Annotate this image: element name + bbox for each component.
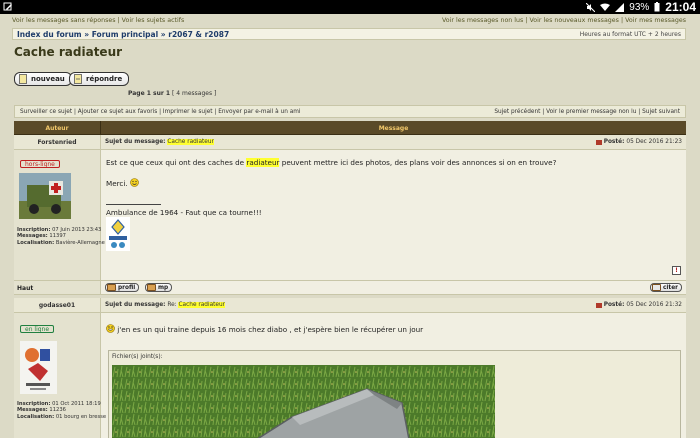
pm-button[interactable]: mp: [145, 283, 173, 292]
back-to-top-link[interactable]: Haut: [17, 285, 33, 292]
post-date: Posté: 05 Dec 2016 21:32: [595, 302, 682, 308]
new-topic-button[interactable]: nouveau: [14, 72, 72, 86]
link-active-topics[interactable]: Voir les sujets actifs: [122, 17, 185, 24]
reply-icon: [74, 74, 82, 84]
post-1-message: Sujet du message: Cache radiateur Posté:…: [101, 135, 686, 293]
photo-edit-icon: [3, 2, 12, 11]
signature-divider: [106, 204, 161, 205]
breadcrumb-bar: Index du forum » Forum principal » r2067…: [12, 28, 686, 40]
message-count: [ 4 messages ]: [172, 90, 217, 97]
battery-icon: [654, 2, 660, 12]
topic-toolbar: Surveiller ce sujet | Ajouter ce sujet a…: [14, 105, 686, 118]
page-title: Cache radiateur: [14, 45, 123, 59]
signature-text: Ambulance de 1964 - Faut que ca tourne!!…: [106, 208, 262, 217]
profile-button[interactable]: profil: [105, 283, 140, 292]
post-subject: Sujet du message: Re: Cache radiateur: [105, 302, 226, 308]
wifi-icon: [600, 3, 611, 11]
col-message: Message: [378, 124, 409, 132]
post-body: Est ce que ceux qui ont des caches de ra…: [106, 158, 557, 167]
attachment-photo[interactable]: [112, 365, 495, 438]
timezone-label: Heures au format UTC + 2 heures: [579, 31, 681, 38]
user-info: Inscription: 07 Juin 2013 23:43 Messages…: [17, 227, 105, 246]
link-unread[interactable]: Voir les messages non lus: [442, 17, 523, 24]
link-new-posts[interactable]: Voir les nouveaux messages: [529, 17, 619, 24]
profile-icon: [107, 284, 116, 291]
crumb-subforum[interactable]: r2067 & r2087: [168, 30, 229, 39]
page-icon: [19, 74, 27, 84]
user-info: Inscription: 01 Oct 2011 18:19 Messages:…: [17, 401, 107, 420]
post-link-icon[interactable]: [595, 302, 602, 308]
author-name[interactable]: godasse01: [14, 302, 100, 309]
breadcrumb: Index du forum » Forum principal » r2067…: [17, 30, 230, 39]
post-body: j'en es un qui traine depuis 16 mois che…: [106, 324, 423, 334]
post-1-author: Forstenried hors-ligne Inscription: 07 J…: [14, 135, 105, 280]
add-favorite-link[interactable]: Ajouter ce sujet aux favoris: [78, 109, 158, 115]
reply-label: répondre: [86, 75, 123, 83]
new-topic-label: nouveau: [31, 75, 65, 83]
post-2-author: godasse01 en ligne Inscription: 01 Oct 2…: [14, 298, 106, 438]
reply-button[interactable]: répondre: [69, 72, 130, 86]
signature-logo: [106, 217, 130, 251]
post-date: Posté: 05 Dec 2016 21:23: [595, 139, 682, 145]
crumb-forum[interactable]: Forum principal: [92, 30, 158, 39]
crumb-index[interactable]: Index du forum: [17, 30, 82, 39]
forum-page: Voir les messages sans réponses | Voir l…: [0, 14, 700, 438]
clock: 21:04: [665, 0, 696, 14]
attachment-label: Fichier(s) joint(s):: [112, 354, 163, 360]
post-1-footer: Haut profil mp citer: [14, 281, 686, 295]
link-my-posts[interactable]: Voir mes messages: [625, 17, 686, 24]
next-topic-link[interactable]: Sujet suivant: [642, 109, 680, 115]
page-info: Page 1 sur 1 [ 4 messages ]: [128, 90, 216, 97]
attachment-box: Fichier(s) joint(s):: [108, 350, 681, 438]
mute-icon: [586, 2, 596, 12]
author-name[interactable]: Forstenried: [14, 139, 100, 146]
avatar[interactable]: [20, 341, 57, 394]
link-unanswered[interactable]: Voir les messages sans réponses: [12, 17, 116, 24]
report-button[interactable]: !: [672, 266, 681, 275]
avatar[interactable]: [19, 173, 71, 219]
col-author: Auteur: [14, 121, 101, 135]
post-2: godasse01 en ligne Inscription: 01 Oct 2…: [14, 298, 686, 438]
status-badge: hors-ligne: [20, 160, 60, 168]
email-friend-link[interactable]: Envoyer par e-mail à un ami: [218, 109, 300, 115]
page-number: Page 1 sur 1: [128, 90, 171, 97]
android-status-bar: 93% 21:04: [0, 0, 700, 14]
post-subject: Sujet du message: Cache radiateur: [105, 139, 214, 145]
print-topic-link[interactable]: Imprimer le sujet: [163, 109, 213, 115]
status-badge: en ligne: [20, 325, 55, 333]
post-2-message: Sujet du message: Re: Cache radiateur Po…: [101, 298, 686, 438]
top-links: Voir les messages sans réponses | Voir l…: [12, 17, 686, 24]
quote-icon: [652, 284, 661, 291]
post-1: Forstenried hors-ligne Inscription: 07 J…: [14, 135, 686, 293]
battery-percent: 93%: [629, 1, 650, 13]
post-link-icon[interactable]: [595, 139, 602, 145]
watch-topic-link[interactable]: Surveiller ce sujet: [20, 109, 72, 115]
first-unread-link[interactable]: Voir le premier message non lu: [546, 109, 636, 115]
quote-button[interactable]: citer: [650, 283, 682, 292]
post-thanks: Merci.: [106, 178, 139, 188]
posts-table-header: Auteur Message: [14, 121, 686, 135]
smiley-icon: [130, 178, 139, 187]
grin-smiley-icon: [106, 324, 115, 333]
pm-icon: [147, 284, 156, 291]
signal-icon: [615, 2, 625, 12]
prev-topic-link[interactable]: Sujet précédent: [494, 109, 540, 115]
